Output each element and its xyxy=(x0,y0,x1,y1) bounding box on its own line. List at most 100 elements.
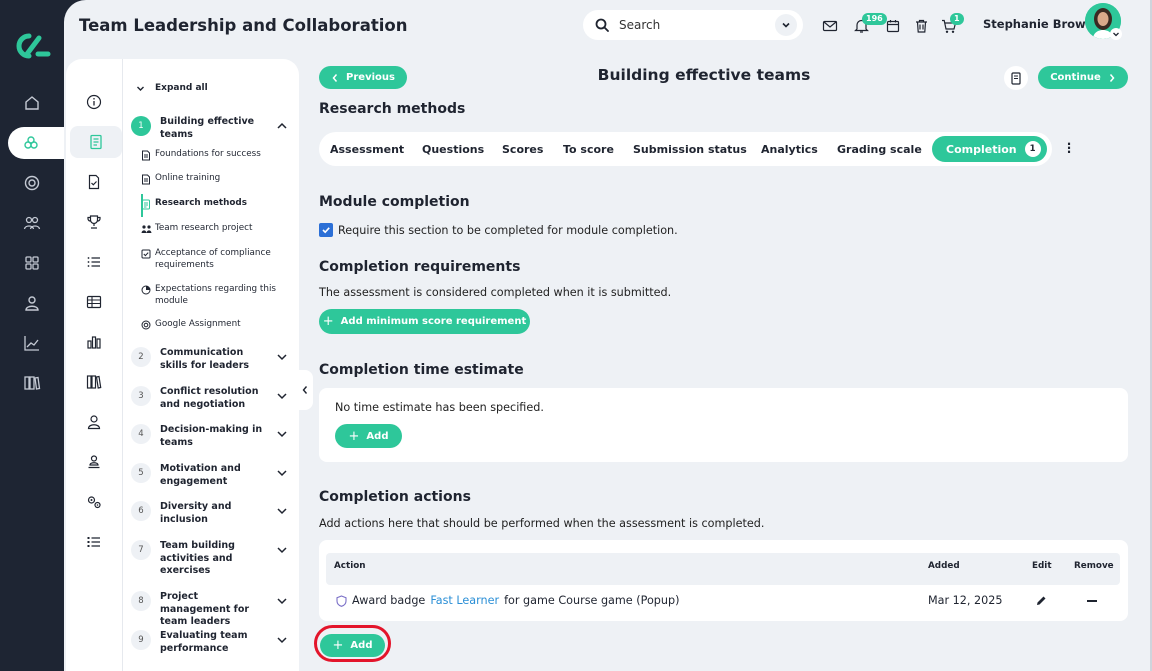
module-number: 5 xyxy=(131,463,151,483)
calendar-icon[interactable] xyxy=(884,17,902,35)
trophy-icon[interactable] xyxy=(82,210,106,234)
module-completion-title: Module completion xyxy=(319,194,470,210)
add-minimum-score-label: Add minimum score requirement xyxy=(340,316,527,327)
section-item[interactable]: Team research project xyxy=(140,223,300,235)
chevron-down-icon[interactable] xyxy=(276,428,288,440)
library-books-icon[interactable] xyxy=(82,370,106,394)
section-item[interactable]: Online training xyxy=(140,173,300,185)
book-icon[interactable] xyxy=(1004,66,1028,90)
search-input[interactable]: Search xyxy=(619,18,775,32)
chevron-down-icon[interactable] xyxy=(775,14,797,36)
module-item-2[interactable]: 2 Communication skills for leaders xyxy=(131,347,291,372)
module-item-6[interactable]: 6 Diversity and inclusion xyxy=(131,501,291,526)
time-estimate-empty-text: No time estimate has been specified. xyxy=(335,401,544,414)
remove-minus-icon[interactable] xyxy=(1087,600,1097,602)
apps-grid-icon[interactable] xyxy=(20,251,44,275)
chevron-down-icon[interactable] xyxy=(276,595,288,607)
section-item[interactable]: Foundations for success xyxy=(140,149,300,161)
section-label: Acceptance of compliance requirements xyxy=(155,248,271,270)
tab-assessment[interactable]: Assessment xyxy=(330,143,404,156)
module-item-4[interactable]: 4 Decision-making in teams xyxy=(131,424,291,449)
edit-pencil-icon[interactable] xyxy=(1034,594,1048,608)
chevron-right-icon xyxy=(1109,73,1115,82)
chevron-down-icon[interactable] xyxy=(276,505,288,517)
module-title: Building effective teams xyxy=(160,116,255,140)
module-item-1[interactable]: 1 Building effective teams xyxy=(131,116,291,141)
section-item[interactable]: Google Assignment xyxy=(140,319,300,331)
collapse-panel-button[interactable] xyxy=(297,370,313,410)
chevron-down-icon[interactable] xyxy=(276,390,288,402)
search-bar[interactable]: Search xyxy=(583,10,803,40)
require-completion-checkbox[interactable] xyxy=(319,223,333,237)
module-item-3[interactable]: 3 Conflict resolution and negotiation xyxy=(131,386,291,411)
profile-icon[interactable] xyxy=(20,291,44,315)
chevron-left-icon xyxy=(302,386,308,394)
assessment-icon xyxy=(140,198,152,210)
action-prefix: Award badge xyxy=(352,594,426,607)
trash-icon[interactable] xyxy=(912,17,930,35)
module-number: 8 xyxy=(131,591,151,611)
tab-questions[interactable]: Questions xyxy=(422,143,484,156)
assignment-icon[interactable] xyxy=(82,170,106,194)
completion-actions-title: Completion actions xyxy=(319,489,471,505)
tab-completion[interactable]: Completion 1 xyxy=(932,136,1047,162)
tab-scores[interactable]: Scores xyxy=(502,143,543,156)
person-icon[interactable] xyxy=(82,410,106,434)
add-label: Add xyxy=(366,430,389,442)
chevron-down-icon[interactable] xyxy=(276,634,288,646)
tab-submission-status[interactable]: Submission status xyxy=(633,143,747,156)
expand-all-toggle[interactable]: Expand all xyxy=(136,83,208,93)
section-label: Online training xyxy=(155,173,221,183)
add-minimum-score-button[interactable]: + Add minimum score requirement xyxy=(319,309,530,334)
section-label: Expectations regarding this module xyxy=(155,284,276,306)
home-icon[interactable] xyxy=(20,91,44,115)
module-item-7[interactable]: 7 Team building activities and exercises xyxy=(131,540,291,578)
continue-label: Continue xyxy=(1050,72,1101,83)
logo-icon[interactable] xyxy=(12,30,52,62)
courses-icon[interactable] xyxy=(8,127,68,159)
section-item[interactable]: Acceptance of compliance requirements xyxy=(140,248,300,271)
library-icon[interactable] xyxy=(20,371,44,395)
line-chart-icon[interactable] xyxy=(20,331,44,355)
previous-button[interactable]: Previous xyxy=(319,66,407,89)
users-icon[interactable] xyxy=(20,211,44,235)
module-item-8[interactable]: 8 Project management for team leaders xyxy=(131,591,291,629)
notification-badge: 196 xyxy=(862,13,887,25)
section-item-research-methods[interactable]: Research methods xyxy=(140,198,300,210)
user-menu-chevron-icon[interactable] xyxy=(1110,28,1122,40)
module-title: Decision-making in teams xyxy=(160,424,263,448)
tab-to-score[interactable]: To score xyxy=(563,143,614,156)
chevron-down-icon[interactable] xyxy=(276,467,288,479)
time-estimate-title: Completion time estimate xyxy=(319,362,524,378)
table-icon[interactable] xyxy=(82,290,106,314)
more-options-icon[interactable]: · · · xyxy=(1066,138,1072,158)
section-item[interactable]: Expectations regarding this module xyxy=(140,284,300,307)
tab-analytics[interactable]: Analytics xyxy=(761,143,818,156)
bar-chart-icon[interactable] xyxy=(82,330,106,354)
plus-icon: + xyxy=(322,314,334,329)
target-icon[interactable] xyxy=(20,171,44,195)
section-title: Research methods xyxy=(319,101,466,117)
add-time-estimate-button[interactable]: + Add xyxy=(335,424,402,448)
chevron-down-icon[interactable] xyxy=(276,544,288,556)
settings-gears-icon[interactable] xyxy=(82,490,106,514)
completion-requirements-title: Completion requirements xyxy=(319,259,521,275)
tab-grading-scale[interactable]: Grading scale xyxy=(837,143,922,156)
user-name[interactable]: Stephanie Brown xyxy=(983,17,1094,31)
section-label: Research methods xyxy=(155,198,247,208)
module-item-5[interactable]: 5 Motivation and engagement xyxy=(131,463,291,488)
content-book-icon[interactable] xyxy=(70,126,122,158)
list-icon[interactable] xyxy=(82,250,106,274)
info-icon[interactable] xyxy=(82,90,106,114)
checklist-icon[interactable] xyxy=(82,530,106,554)
continue-button[interactable]: Continue xyxy=(1038,66,1128,89)
user-badge-icon[interactable] xyxy=(82,450,106,474)
chevron-up-icon[interactable] xyxy=(276,120,288,132)
column-header-action: Action xyxy=(334,561,366,571)
time-estimate-card: No time estimate has been specified. + A… xyxy=(319,388,1128,462)
module-item-9[interactable]: 9 Evaluating team performance xyxy=(131,630,291,655)
badge-link[interactable]: Fast Learner xyxy=(430,594,499,607)
chevron-down-icon[interactable] xyxy=(276,351,288,363)
main-nav-rail xyxy=(0,0,68,671)
mail-icon[interactable] xyxy=(821,17,839,35)
